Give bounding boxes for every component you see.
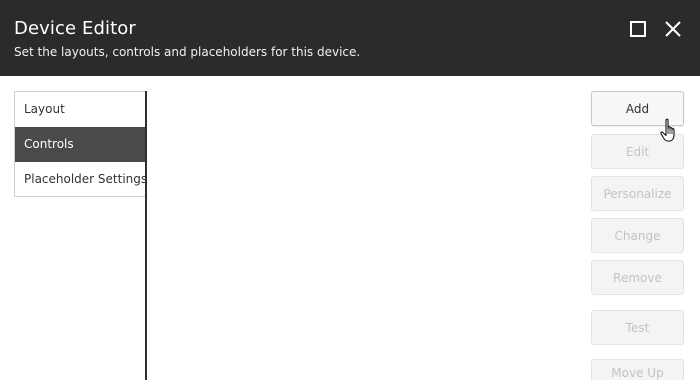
sidebar-item-placeholder-settings[interactable]: Placeholder Settings — [15, 162, 147, 197]
close-icon — [665, 21, 681, 37]
dialog-title: Device Editor — [14, 18, 136, 39]
close-button[interactable] — [662, 18, 684, 40]
personalize-button[interactable]: Personalize — [591, 176, 684, 211]
panel-divider — [145, 91, 147, 380]
dialog-header: Device Editor Set the layouts, controls … — [0, 0, 700, 76]
hand-pointer-icon — [660, 118, 675, 142]
remove-button[interactable]: Remove — [591, 260, 684, 295]
maximize-button[interactable] — [627, 18, 649, 40]
dialog-subtitle: Set the layouts, controls and placeholde… — [14, 45, 361, 59]
move-up-button[interactable]: Move Up — [591, 359, 684, 380]
maximize-icon — [630, 21, 646, 37]
sidebar-nav: Layout Controls Placeholder Settings — [14, 91, 147, 197]
test-button[interactable]: Test — [591, 310, 684, 345]
sidebar-item-controls[interactable]: Controls — [15, 127, 146, 162]
sidebar-item-layout[interactable]: Layout — [15, 92, 146, 127]
change-button[interactable]: Change — [591, 218, 684, 253]
